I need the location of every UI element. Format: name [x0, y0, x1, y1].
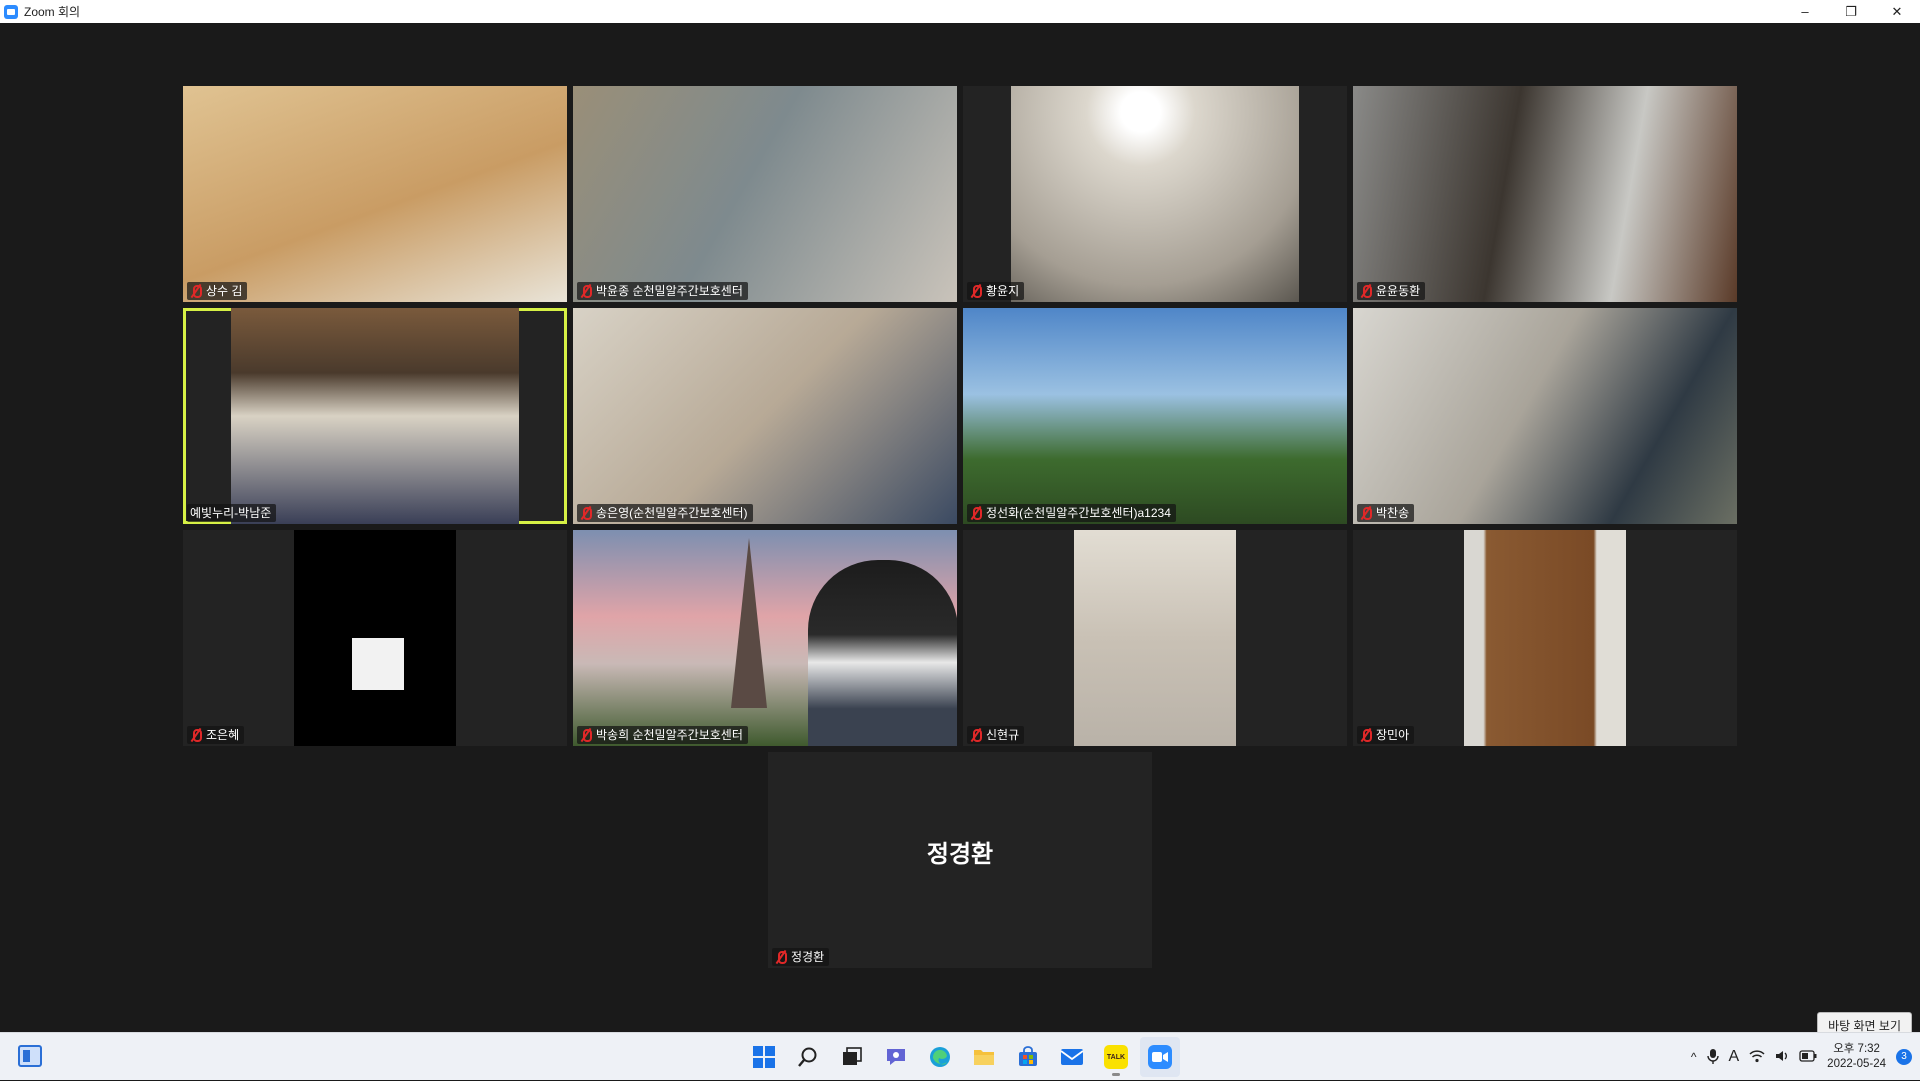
battery-icon[interactable] — [1799, 1049, 1817, 1065]
participant-tile[interactable]: 박윤종 순천밀알주간보호센터 — [573, 86, 957, 302]
mail-icon[interactable] — [1052, 1037, 1092, 1077]
participant-tile[interactable]: 조은혜 — [183, 530, 567, 746]
mic-muted-icon — [970, 728, 982, 742]
participant-name-label: 상수 김 — [187, 282, 248, 300]
participant-name-label: 박윤종 순천밀알주간보호센터 — [577, 282, 748, 300]
clock-time: 오후 7:32 — [1833, 1043, 1880, 1055]
window-controls: – ❐ ✕ — [1782, 0, 1920, 23]
participant-tile[interactable]: 박찬송 — [1353, 308, 1737, 524]
close-button[interactable]: ✕ — [1874, 0, 1920, 23]
participant-video — [183, 86, 567, 302]
participant-tile[interactable]: 정선화(순천밀알주간보호센터)a1234 — [963, 308, 1347, 524]
participant-name-label: 예빛누리-박남준 — [187, 504, 277, 522]
microphone-icon[interactable] — [1706, 1048, 1719, 1067]
participant-video — [294, 530, 456, 746]
participant-video — [231, 308, 519, 524]
search-icon[interactable] — [788, 1037, 828, 1077]
participant-video — [963, 308, 1347, 524]
mic-muted-icon — [775, 950, 787, 964]
participant-name-label: 송은영(순천밀알주간보호센터) — [577, 504, 753, 522]
mic-muted-icon — [190, 728, 202, 742]
participant-tile[interactable]: 신현규 — [963, 530, 1347, 746]
participant-tile[interactable]: 장민아 — [1353, 530, 1737, 746]
participant-video — [1353, 308, 1737, 524]
store-icon[interactable] — [1008, 1037, 1048, 1077]
participant-video — [1011, 86, 1299, 302]
participant-name-label: 신현규 — [967, 726, 1025, 744]
participant-video — [1353, 86, 1737, 302]
minimize-button[interactable]: – — [1782, 0, 1828, 23]
participant-tile[interactable]: 박송희 순천밀알주간보호센터 — [573, 530, 957, 746]
participant-name-label: 박찬송 — [1357, 504, 1415, 522]
chat-icon[interactable] — [876, 1037, 916, 1077]
window-title: Zoom 회의 — [24, 5, 81, 19]
participant-name-label: 박송희 순천밀알주간보호센터 — [577, 726, 748, 744]
tray-chevron-icon[interactable]: ^ — [1691, 1050, 1697, 1064]
participant-name-label: 윤윤동환 — [1357, 282, 1426, 300]
volume-icon[interactable] — [1775, 1049, 1789, 1066]
edge-icon[interactable] — [920, 1037, 960, 1077]
system-tray: ^ A 오후 7:32 2022-05-24 3 — [1691, 1033, 1912, 1081]
notification-badge[interactable]: 3 — [1896, 1049, 1912, 1065]
participant-name-label: 정경환 — [772, 948, 830, 966]
file-explorer-icon[interactable] — [964, 1037, 1004, 1077]
participant-tile-video-off[interactable]: 정경환 정경환 — [768, 752, 1152, 968]
participant-name-label: 조은혜 — [187, 726, 245, 744]
mic-muted-icon — [970, 506, 982, 520]
window-titlebar: Zoom 회의 – ❐ ✕ — [0, 0, 1920, 23]
ime-indicator[interactable]: A — [1729, 1048, 1740, 1066]
participant-tile[interactable]: 윤윤동환 — [1353, 86, 1737, 302]
kakaotalk-label: TALK — [1106, 1053, 1126, 1061]
participant-tile[interactable]: 상수 김 — [183, 86, 567, 302]
participant-video — [573, 530, 957, 746]
mic-muted-icon — [1360, 284, 1372, 298]
participant-name-label: 정선화(순천밀알주간보호센터)a1234 — [967, 504, 1176, 522]
participant-tile-active-speaker[interactable]: 예빛누리-박남준 — [183, 308, 567, 524]
participant-tile[interactable]: 황윤지 — [963, 86, 1347, 302]
mic-muted-icon — [970, 284, 982, 298]
restore-button[interactable]: ❐ — [1828, 0, 1874, 23]
kakaotalk-icon[interactable]: TALK — [1096, 1037, 1136, 1077]
taskbar: TALK ^ A 오후 7:32 2022-05-24 3 — [0, 1032, 1920, 1080]
participant-video — [573, 308, 957, 524]
mic-muted-icon — [580, 728, 592, 742]
participant-video — [1074, 530, 1236, 746]
clock-date: 2022-05-24 — [1827, 1058, 1886, 1070]
participant-video — [1464, 530, 1626, 746]
participant-video — [573, 86, 957, 302]
gallery-view: 상수 김 박윤종 순천밀알주간보호센터 황윤지 윤윤동환 예빛누리-박남준 송은… — [0, 23, 1920, 1040]
task-view-icon[interactable] — [832, 1037, 872, 1077]
zoom-app-icon — [4, 4, 18, 19]
mic-muted-icon — [580, 284, 592, 298]
mic-muted-icon — [190, 284, 202, 298]
taskbar-clock[interactable]: 오후 7:32 2022-05-24 — [1827, 1042, 1886, 1072]
mic-muted-icon — [580, 506, 592, 520]
widgets-icon[interactable] — [18, 1045, 42, 1067]
mic-muted-icon — [1360, 506, 1372, 520]
wifi-icon[interactable] — [1749, 1049, 1765, 1066]
participant-big-name: 정경환 — [926, 841, 994, 868]
start-icon[interactable] — [744, 1037, 784, 1077]
participant-name-label: 황윤지 — [967, 282, 1025, 300]
taskbar-apps: TALK — [744, 1037, 1180, 1077]
participant-name-label: 장민아 — [1357, 726, 1415, 744]
zoom-icon[interactable] — [1140, 1037, 1180, 1077]
mic-muted-icon — [1360, 728, 1372, 742]
participant-tile[interactable]: 송은영(순천밀알주간보호센터) — [573, 308, 957, 524]
